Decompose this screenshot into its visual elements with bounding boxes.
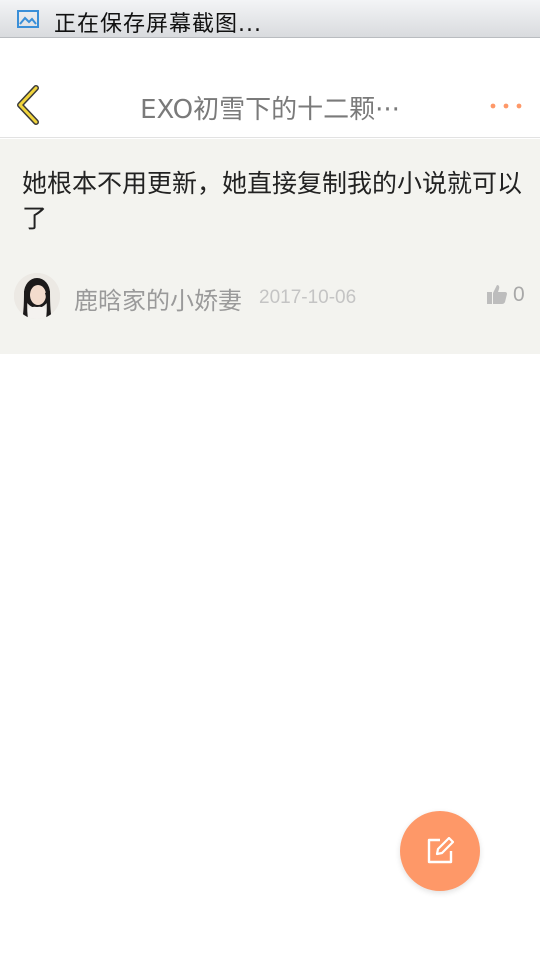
- comment-date: 2017-10-06: [259, 287, 357, 308]
- thumbs-up-icon[interactable]: [486, 283, 508, 305]
- avatar-photo: [14, 273, 60, 319]
- back-button[interactable]: [10, 84, 50, 126]
- top-bar: EXO初雪下的十二颗···: [0, 38, 540, 138]
- status-text: 正在保存屏幕截图...: [54, 12, 262, 37]
- avatar[interactable]: [14, 273, 60, 319]
- comment-text: 她根本不用更新，她直接复制我的小说就可以了: [22, 169, 523, 233]
- image-icon: [17, 10, 39, 28]
- like-count: 0: [513, 283, 525, 306]
- more-dots-icon: [490, 103, 522, 109]
- page-title: EXO初雪下的十二颗···: [140, 95, 400, 125]
- edit-icon: [427, 837, 454, 864]
- comment-card: 她根本不用更新，她直接复制我的小说就可以了 鹿晗家的小娇妻 2017-10-06…: [0, 139, 540, 354]
- write-comment-button[interactable]: [400, 811, 480, 891]
- more-button[interactable]: [488, 96, 524, 116]
- status-bar: 正在保存屏幕截图...: [0, 0, 540, 38]
- comment-author[interactable]: 鹿晗家的小娇妻: [74, 281, 242, 316]
- chevron-left-icon: [17, 85, 39, 125]
